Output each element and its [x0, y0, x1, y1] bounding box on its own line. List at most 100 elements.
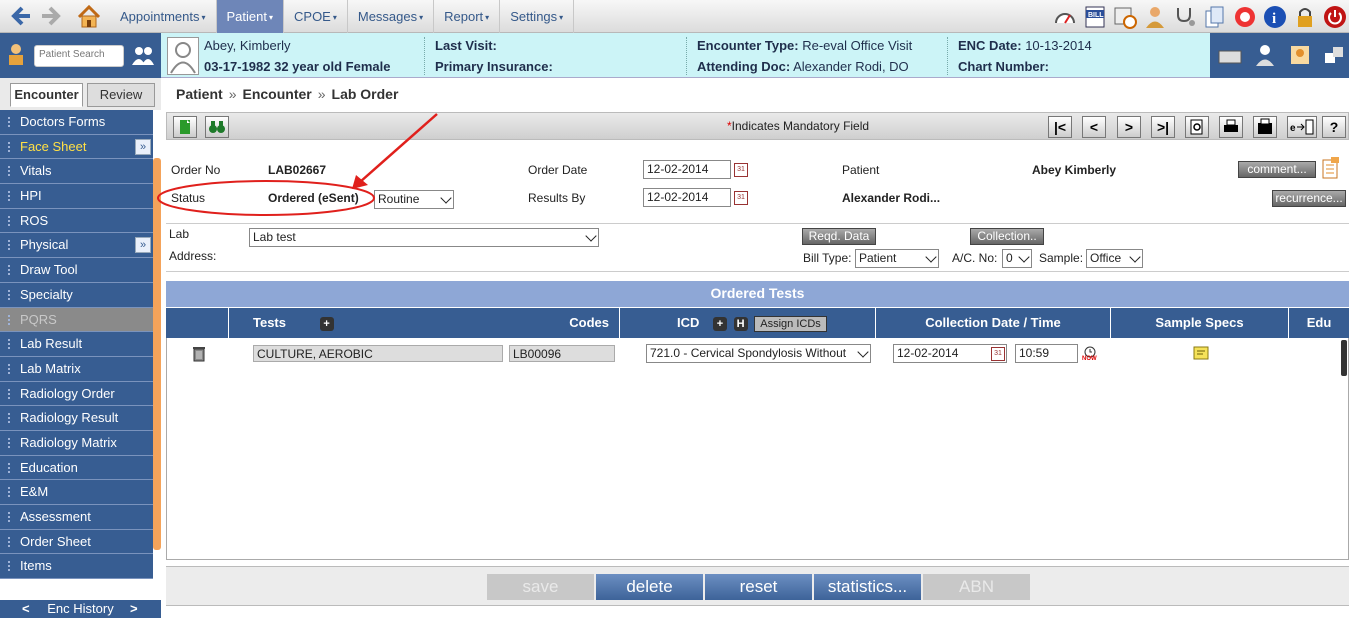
calendar-clock-icon[interactable] — [1113, 5, 1137, 29]
preview-button[interactable] — [1185, 116, 1209, 138]
sidebar-item-face-sheet[interactable]: Face Sheet » — [0, 134, 153, 160]
sample-select[interactable]: Office — [1086, 249, 1143, 268]
sidebar-item-specialty[interactable]: Specialty — [0, 282, 153, 308]
doctor-icon[interactable] — [1253, 43, 1277, 67]
lab-select[interactable]: Lab test — [249, 228, 599, 247]
help-button[interactable]: ? — [1322, 116, 1346, 138]
dashboard-icon[interactable] — [1053, 5, 1077, 29]
encounter-type-value: Re-eval Office Visit — [802, 38, 913, 53]
comment-button[interactable]: comment... — [1238, 161, 1316, 178]
menu-cpoe[interactable]: CPOE ▾ — [284, 0, 348, 33]
patient-list-icon[interactable] — [6, 43, 28, 67]
sidebar-item-draw-tool[interactable]: Draw Tool — [0, 258, 153, 283]
first-record-button[interactable]: |< — [1048, 116, 1072, 138]
menu-settings[interactable]: Settings ▾ — [500, 0, 575, 33]
test-code-field[interactable]: LB00096 — [509, 345, 615, 362]
sidebar-item-hpi[interactable]: HPI — [0, 184, 153, 209]
tab-encounter[interactable]: Encounter — [10, 83, 83, 107]
reqd-data-button[interactable]: Reqd. Data — [802, 228, 876, 245]
sidebar-item-pqrs[interactable]: PQRS — [0, 307, 153, 333]
expand-icon[interactable]: » — [135, 237, 151, 254]
breadcrumb-patient[interactable]: Patient — [176, 86, 223, 102]
new-document-button[interactable] — [173, 116, 197, 138]
sidebar-item-lab-matrix[interactable]: Lab Matrix — [0, 356, 153, 382]
expand-icon[interactable]: » — [135, 138, 151, 155]
previous-record-button[interactable]: < — [1082, 116, 1106, 138]
add-test-button[interactable]: + — [319, 316, 334, 331]
sidebar-item-assessment[interactable]: Assessment — [0, 505, 153, 530]
tests-grid-scrollbar[interactable] — [1341, 340, 1347, 376]
menu-appointments[interactable]: Appointments ▾ — [110, 0, 217, 33]
ac-no-select[interactable]: 0 — [1002, 249, 1032, 268]
order-date-input[interactable]: 12-02-2014 — [643, 160, 731, 179]
results-by-calendar-icon[interactable]: 31 — [734, 191, 748, 205]
patients-group-icon[interactable] — [131, 46, 155, 66]
reset-button[interactable]: reset — [705, 574, 812, 600]
patient-search-input[interactable]: Patient Search — [34, 45, 124, 67]
sidebar-item-radiology-result[interactable]: Radiology Result — [0, 406, 153, 431]
results-by-input[interactable]: 12-02-2014 — [643, 188, 731, 207]
sidebar-item-radiology-order[interactable]: Radiology Order — [0, 381, 153, 407]
sidebar-item-e-m[interactable]: E&M — [0, 480, 153, 505]
sidebar-item-ros[interactable]: ROS — [0, 208, 153, 234]
sidebar-item-vitals[interactable]: Vitals — [0, 159, 153, 185]
icd-history-button[interactable]: H — [733, 316, 748, 331]
delete-button[interactable]: delete — [596, 574, 703, 600]
forward-arrow-icon[interactable] — [40, 5, 62, 27]
collection-time-input[interactable]: 10:59 — [1015, 344, 1078, 363]
sidebar-item-radiology-matrix[interactable]: Radiology Matrix — [0, 430, 153, 456]
collection-date-input[interactable]: 12-02-2014 — [893, 344, 1007, 363]
bill-icon[interactable]: BILL — [1083, 5, 1107, 29]
bill-type-select[interactable]: Patient — [855, 249, 939, 268]
test-name-field[interactable]: CULTURE, AEROBIC — [253, 345, 503, 362]
fax-button[interactable] — [1253, 116, 1277, 138]
sidebar-item-items[interactable]: Items — [0, 554, 153, 580]
sidebar-item-physical[interactable]: Physical » — [0, 233, 153, 259]
assign-icds-button[interactable]: Assign ICDs — [754, 315, 827, 332]
statistics-button[interactable]: statistics... — [814, 574, 921, 600]
lifebuoy-icon[interactable] — [1233, 5, 1257, 29]
task-list-icon[interactable] — [1321, 156, 1341, 180]
prev-history-icon[interactable]: < — [22, 600, 30, 618]
transfer-icon[interactable] — [1322, 43, 1346, 67]
next-history-icon[interactable]: > — [130, 600, 138, 618]
monitor-icon[interactable] — [1218, 45, 1242, 65]
sample-specs-note-icon[interactable] — [1193, 345, 1209, 361]
priority-select[interactable]: Routine — [374, 190, 454, 209]
menu-patient[interactable]: Patient ▾ — [216, 0, 285, 33]
sidebar-item-lab-result[interactable]: Lab Result — [0, 332, 153, 357]
collection-date-calendar-icon[interactable]: 31 — [991, 347, 1005, 361]
lock-icon[interactable] — [1293, 5, 1317, 29]
back-arrow-icon[interactable] — [10, 5, 32, 27]
stethoscope-icon[interactable] — [1173, 5, 1197, 29]
delete-row-icon[interactable] — [192, 346, 206, 362]
documents-icon[interactable] — [1203, 5, 1227, 29]
enc-history-label[interactable]: Enc History — [47, 601, 113, 616]
sidebar-item-order-sheet[interactable]: Order Sheet — [0, 529, 153, 555]
print-button[interactable] — [1219, 116, 1243, 138]
patient-card-icon[interactable] — [1288, 43, 1312, 67]
tab-review[interactable]: Review — [87, 83, 155, 107]
save-button[interactable]: save — [487, 574, 594, 600]
order-date-calendar-icon[interactable]: 31 — [734, 163, 748, 177]
breadcrumb-encounter[interactable]: Encounter — [242, 86, 311, 102]
menu-report[interactable]: Report ▾ — [434, 0, 501, 33]
sidebar-scrollbar[interactable] — [153, 158, 161, 550]
binoculars-search-button[interactable] — [205, 116, 229, 138]
last-record-button[interactable]: >| — [1151, 116, 1175, 138]
export-button[interactable]: e — [1287, 116, 1317, 138]
user-icon[interactable] — [1143, 5, 1167, 29]
sidebar-item-education[interactable]: Education — [0, 455, 153, 481]
recurrence-button[interactable]: recurrence... — [1272, 190, 1346, 207]
icd-select[interactable]: 721.0 - Cervical Spondylosis Without — [646, 344, 871, 363]
abn-button[interactable]: ABN — [923, 574, 1030, 600]
home-icon[interactable] — [76, 4, 102, 30]
collection-button[interactable]: Collection.. — [970, 228, 1044, 245]
time-now-button[interactable]: NOW — [1082, 346, 1098, 362]
next-record-button[interactable]: > — [1117, 116, 1141, 138]
info-icon[interactable]: i — [1263, 5, 1287, 29]
menu-messages[interactable]: Messages ▾ — [348, 0, 435, 33]
sidebar-item-doctors-forms[interactable]: Doctors Forms — [0, 110, 153, 135]
add-icd-button[interactable]: + — [713, 316, 728, 331]
power-icon[interactable] — [1323, 5, 1347, 29]
